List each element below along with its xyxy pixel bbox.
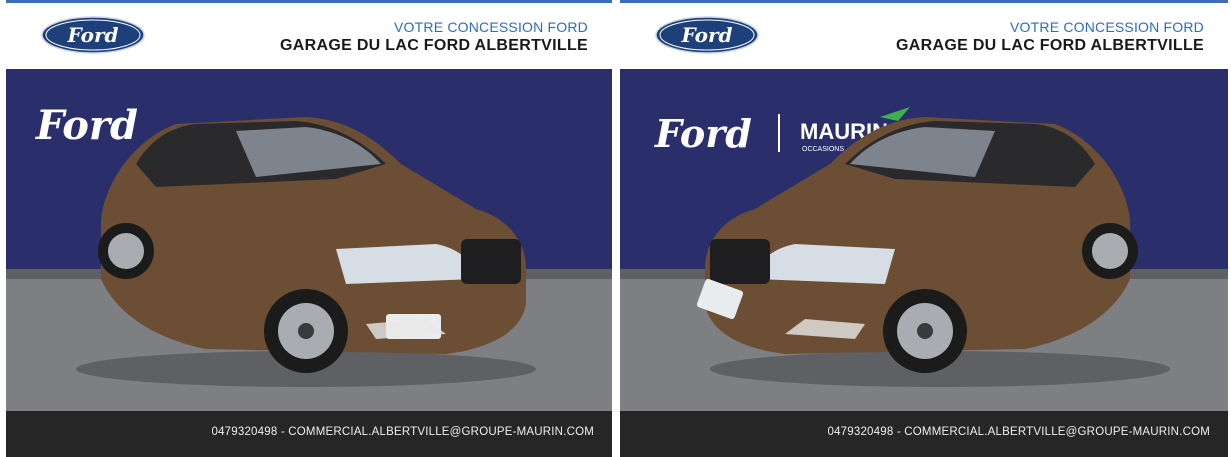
dealer-header: Ford VOTRE CONCESSION FORD GARAGE DU LAC… xyxy=(6,3,612,69)
dealer-subtitle: VOTRE CONCESSION FORD xyxy=(394,19,588,35)
contact-footer: 0479320498 - COMMERCIAL.ALBERTVILLE@GROU… xyxy=(6,411,612,457)
backdrop-partner-sub: OCCASIONS xyxy=(802,146,844,153)
car-photo[interactable]: Ford MAURIN OCCASIONS xyxy=(620,69,1228,411)
backdrop-ford-logo: Ford xyxy=(35,102,138,149)
dealer-name: GARAGE DU LAC FORD ALBERTVILLE xyxy=(280,37,588,54)
contact-text[interactable]: 0479320498 - COMMERCIAL.ALBERTVILLE@GROU… xyxy=(827,426,1210,438)
svg-text:Ford: Ford xyxy=(67,23,119,47)
backdrop-ford-logo: Ford xyxy=(654,111,752,156)
listing-card-left[interactable]: Ford VOTRE CONCESSION FORD GARAGE DU LAC… xyxy=(6,0,612,457)
listing-card-right[interactable]: Ford VOTRE CONCESSION FORD GARAGE DU LAC… xyxy=(620,0,1228,457)
car-photo-icon: Ford xyxy=(6,69,612,411)
svg-text:Ford: Ford xyxy=(681,23,733,47)
contact-footer: 0479320498 - COMMERCIAL.ALBERTVILLE@GROU… xyxy=(620,411,1228,457)
dealer-name: GARAGE DU LAC FORD ALBERTVILLE xyxy=(896,37,1204,54)
car-photo-icon: Ford MAURIN OCCASIONS xyxy=(620,69,1228,411)
car-photo[interactable]: Ford xyxy=(6,69,612,411)
ford-logo-icon: Ford xyxy=(41,16,145,54)
contact-text[interactable]: 0479320498 - COMMERCIAL.ALBERTVILLE@GROU… xyxy=(211,426,594,438)
dealer-subtitle: VOTRE CONCESSION FORD xyxy=(1010,19,1204,35)
ford-logo-icon: Ford xyxy=(655,16,759,54)
dealer-header: Ford VOTRE CONCESSION FORD GARAGE DU LAC… xyxy=(620,3,1228,69)
